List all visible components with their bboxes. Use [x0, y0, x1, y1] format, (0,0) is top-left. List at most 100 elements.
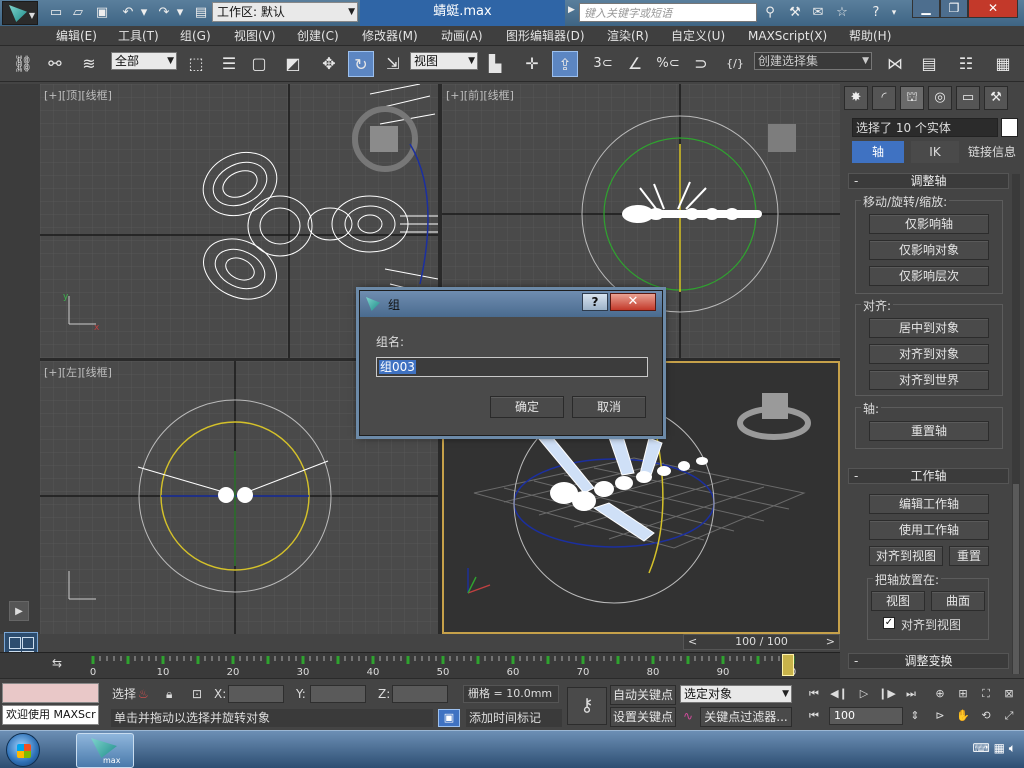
- maxscript-listener-output[interactable]: [2, 683, 99, 703]
- rectangular-selection-icon[interactable]: ▢: [246, 51, 272, 77]
- add-time-tag[interactable]: 添加时间标记: [466, 709, 562, 727]
- select-and-move-icon[interactable]: ✥: [316, 51, 342, 77]
- play-icon[interactable]: ▷: [854, 685, 874, 703]
- unlink-icon[interactable]: ⚯: [42, 51, 68, 77]
- edit-working-pivot-button[interactable]: 编辑工作轴: [869, 494, 989, 514]
- next-frame-icon[interactable]: >: [826, 635, 835, 649]
- align-to-world-button[interactable]: 对齐到世界: [869, 370, 989, 390]
- help-icon[interactable]: ?: [868, 5, 884, 21]
- group-name-input[interactable]: 组003: [376, 357, 648, 377]
- cancel-button[interactable]: 取消: [572, 396, 646, 418]
- dialog-help-button[interactable]: ?: [582, 293, 608, 311]
- menu-views[interactable]: 视图(V): [234, 26, 276, 46]
- key-selection-dropdown[interactable]: 选定对象 ▼: [680, 685, 792, 703]
- minimize-button[interactable]: ▁: [912, 0, 940, 18]
- set-key-button[interactable]: 设置关键点: [610, 707, 676, 727]
- named-selection-dropdown[interactable]: 创建选择集 ▼: [754, 52, 872, 70]
- expand-arrow-icon[interactable]: ▶: [9, 601, 29, 621]
- mirror-icon[interactable]: ⋈: [882, 51, 908, 77]
- time-slider-thumb[interactable]: [782, 654, 794, 676]
- viewport-left-label[interactable]: [+][左][线框]: [44, 364, 112, 380]
- affect-pivot-only-button[interactable]: 仅影响轴: [869, 214, 989, 234]
- network-icon[interactable]: ▦: [994, 741, 1005, 755]
- prev-frame-icon[interactable]: <: [688, 635, 697, 649]
- graphite-modeling-icon[interactable]: ▦: [990, 51, 1016, 77]
- next-frame-icon[interactable]: ❙▶: [877, 685, 897, 703]
- select-and-scale-icon[interactable]: ⇲: [380, 51, 406, 77]
- search-expand-icon[interactable]: ▶: [568, 5, 575, 15]
- new-file-icon[interactable]: ▭: [48, 5, 64, 21]
- menu-graph-editors[interactable]: 图形编辑器(D): [506, 26, 585, 46]
- z-coordinate-field[interactable]: [392, 685, 448, 703]
- spinner-snap-icon[interactable]: ⊃: [688, 51, 714, 77]
- pan-view-icon[interactable]: ✋: [953, 707, 973, 725]
- menu-tools[interactable]: 工具(T): [118, 26, 159, 46]
- rollout-adjust-transform[interactable]: - 调整变换: [848, 653, 1009, 669]
- undo-dropdown-icon[interactable]: ▾: [136, 5, 152, 21]
- favorites-star-icon[interactable]: ☆: [834, 5, 850, 21]
- menu-group[interactable]: 组(G): [180, 26, 211, 46]
- curve-editor-toggle-icon[interactable]: ⇆: [52, 656, 72, 672]
- menu-customize[interactable]: 自定义(U): [671, 26, 725, 46]
- place-surface-button[interactable]: 曲面: [931, 591, 985, 611]
- field-of-view-icon[interactable]: ⊳: [930, 707, 950, 725]
- time-configuration-icon[interactable]: ⇕: [905, 707, 925, 725]
- taskbar-3dsmax-button[interactable]: max: [76, 733, 134, 768]
- y-coordinate-field[interactable]: [310, 685, 366, 703]
- affect-hierarchy-only-button[interactable]: 仅影响层次: [869, 266, 989, 286]
- select-object-icon[interactable]: ⬚: [183, 51, 209, 77]
- selection-lock-icon[interactable]: 🔒︎: [166, 685, 172, 703]
- place-view-button[interactable]: 视图: [871, 591, 925, 611]
- maximize-viewport-icon[interactable]: ⤢: [999, 707, 1019, 725]
- orbit-icon[interactable]: ⟲: [976, 707, 996, 725]
- reference-coordinate-dropdown[interactable]: 视图 ▼: [410, 52, 478, 70]
- menu-rendering[interactable]: 渲染(R): [607, 26, 649, 46]
- go-to-end-icon[interactable]: ⏭: [901, 685, 921, 703]
- x-coordinate-field[interactable]: [228, 685, 284, 703]
- previous-frame-icon[interactable]: ◀❙: [829, 685, 849, 703]
- ok-button[interactable]: 确定: [490, 396, 564, 418]
- modify-tab-icon[interactable]: ◜: [872, 86, 896, 110]
- menu-help[interactable]: 帮助(H): [849, 26, 891, 46]
- affect-object-only-button[interactable]: 仅影响对象: [869, 240, 989, 260]
- align-to-object-button[interactable]: 对齐到对象: [869, 344, 989, 364]
- select-by-name-icon[interactable]: ☰: [216, 51, 242, 77]
- dialog-title-bar[interactable]: 组 ? ✕: [360, 291, 662, 317]
- hierarchy-tab-icon[interactable]: ⛫: [900, 86, 924, 110]
- center-to-object-button[interactable]: 居中到对象: [869, 318, 989, 338]
- keyboard-shortcut-override-icon[interactable]: ⇪: [552, 51, 578, 77]
- tab-link-info[interactable]: 链接信息: [964, 141, 1020, 163]
- pivot-center-icon[interactable]: ▙: [482, 51, 508, 77]
- align-to-view-button[interactable]: 对齐到视图: [869, 546, 943, 566]
- align-icon[interactable]: ▤: [916, 51, 942, 77]
- select-and-manipulate-icon[interactable]: ✛: [519, 51, 545, 77]
- select-and-link-icon[interactable]: ⛓: [10, 51, 36, 77]
- restore-button[interactable]: ❐: [940, 0, 968, 18]
- menu-animation[interactable]: 动画(A): [441, 26, 483, 46]
- rollout-working-pivot[interactable]: - 工作轴: [848, 468, 1009, 484]
- window-crossing-icon[interactable]: ◩: [280, 51, 306, 77]
- undo-icon[interactable]: ↶: [120, 5, 136, 21]
- tab-pivot[interactable]: 轴: [852, 141, 904, 163]
- snaps-toggle-icon[interactable]: 3⊂: [590, 51, 616, 77]
- utilities-tab-icon[interactable]: ⚒: [984, 86, 1008, 110]
- viewport-top-label[interactable]: [+][顶][线框]: [44, 87, 112, 103]
- workspace-dropdown[interactable]: 工作区: 默认 ▼: [212, 2, 358, 22]
- edit-named-selection-icon[interactable]: {/}: [722, 51, 748, 77]
- project-folder-icon[interactable]: ▤: [193, 5, 209, 21]
- open-file-icon[interactable]: ▱: [70, 5, 86, 21]
- percent-snap-icon[interactable]: %⊂: [655, 51, 681, 77]
- set-key-icon[interactable]: ⚷: [567, 687, 607, 725]
- save-icon[interactable]: ▣: [94, 5, 110, 21]
- display-tab-icon[interactable]: ▭: [956, 86, 980, 110]
- help-dropdown-icon[interactable]: ▾: [886, 5, 902, 21]
- absolute-relative-toggle-icon[interactable]: ⊡: [192, 685, 202, 703]
- motion-tab-icon[interactable]: ◎: [928, 86, 952, 110]
- timeline-track[interactable]: 0102030405060708090100: [0, 652, 840, 678]
- dialog-close-button[interactable]: ✕: [610, 293, 656, 311]
- object-color-swatch[interactable]: [1001, 118, 1018, 137]
- select-and-rotate-icon[interactable]: ↻: [348, 51, 374, 77]
- rollout-adjust-pivot[interactable]: - 调整轴: [848, 173, 1009, 189]
- zoom-extents-icon[interactable]: ⛶: [976, 685, 996, 703]
- create-tab-icon[interactable]: ✸: [844, 86, 868, 110]
